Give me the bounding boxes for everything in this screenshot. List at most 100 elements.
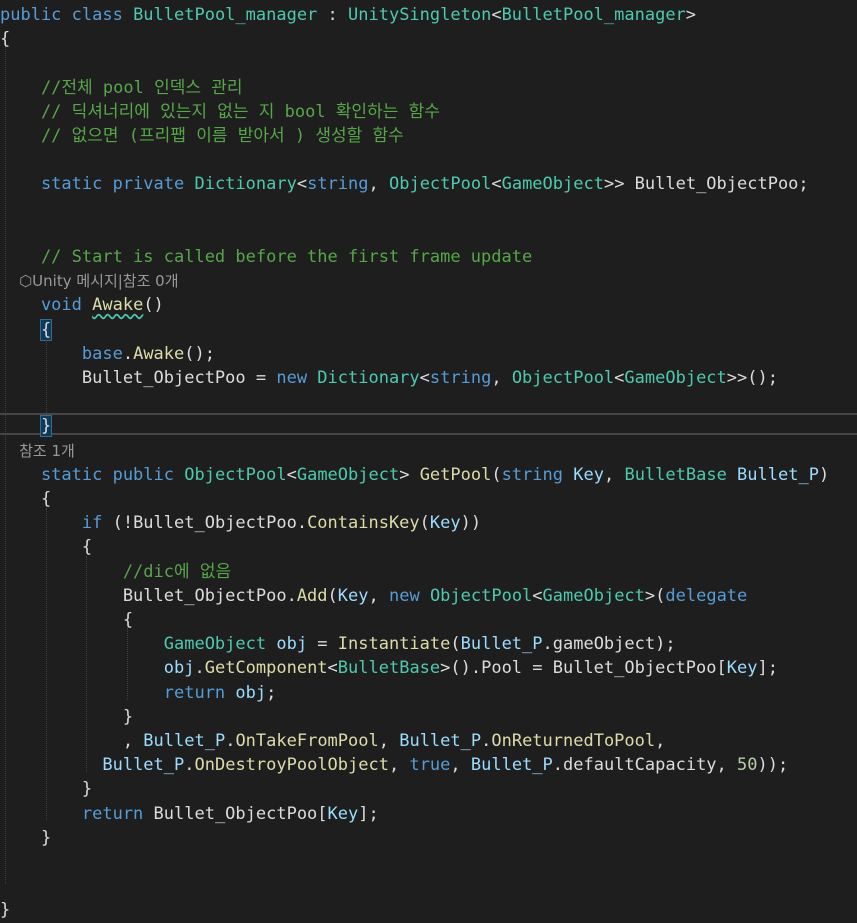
code-line[interactable]: // 없으면 (프리팹 이름 받아서 ) 생성할 함수 <box>0 124 404 148</box>
code-line[interactable]: } <box>0 826 51 850</box>
code-line[interactable]: } <box>0 898 10 922</box>
code-line[interactable]: obj.GetComponent<BulletBase>().Pool = Bu… <box>0 656 778 680</box>
code-token: // Start is called before the first fram… <box>0 247 533 267</box>
code-token: ; <box>266 682 277 703</box>
code-token: . <box>225 731 236 751</box>
code-token: ObjectPool <box>429 585 533 606</box>
code-token: ContainsKey <box>307 513 420 534</box>
code-token: 50 <box>737 755 758 776</box>
code-token: >>(); <box>726 368 778 388</box>
code-token: , <box>368 174 389 195</box>
code-token: } <box>0 706 134 727</box>
code-token: //dic에 없음 <box>0 561 232 582</box>
code-line[interactable]: return Bullet_ObjectPoo[Key]; <box>0 802 379 826</box>
code-line[interactable]: public class BulletPool_manager : UnityS… <box>0 3 696 27</box>
code-line[interactable]: { <box>0 318 53 342</box>
code-token: true <box>409 755 451 776</box>
code-token: OnDestroyPoolObject <box>194 755 389 776</box>
code-token: Awake <box>133 343 185 364</box>
code-line[interactable]: } <box>0 777 92 801</box>
code-token: >().Pool = Bullet_ObjectPoo[ <box>440 658 727 679</box>
code-token: Add <box>296 585 328 606</box>
code-token: Bullet_P <box>470 755 553 776</box>
code-line[interactable]: 참조 1개 <box>0 439 75 463</box>
code-editor[interactable]: public class BulletPool_manager : UnityS… <box>0 0 857 923</box>
code-token: Bullet_ObjectPoo[ <box>153 803 328 824</box>
code-token: { <box>0 489 52 509</box>
code-token: GetComponent <box>204 658 328 679</box>
code-token: OnReturnedToPool <box>491 731 656 751</box>
code-line[interactable]: static private Dictionary<string, Object… <box>0 172 809 196</box>
code-token: , <box>378 731 400 751</box>
code-token: ObjectPool <box>511 368 615 388</box>
code-token: Key <box>429 513 461 534</box>
code-token: , <box>491 368 512 388</box>
code-token: } <box>0 900 11 921</box>
code-line[interactable]: // 딕셔너리에 있는지 없는 지 bool 확인하는 함수 <box>0 100 440 124</box>
code-token: < <box>296 174 308 195</box>
code-token: . <box>194 658 205 679</box>
code-token: .gameObject); <box>542 634 676 655</box>
code-token: < <box>286 464 297 485</box>
code-line[interactable]: { <box>0 487 51 511</box>
code-token: BulletBase <box>624 464 738 485</box>
code-token: ObjectPool <box>388 174 492 195</box>
code-token: ) <box>818 464 830 485</box>
code-line[interactable]: } <box>0 414 53 438</box>
code-token: ObjectPool <box>184 464 287 485</box>
code-line[interactable]: } <box>0 705 133 729</box>
code-token: Instantiate <box>337 634 451 655</box>
code-line[interactable]: Bullet_P.OnDestroyPoolObject, true, Bull… <box>0 753 788 777</box>
code-token: } <box>0 779 93 800</box>
code-line[interactable]: base.Awake(); <box>0 342 215 366</box>
code-token: static private <box>0 174 195 195</box>
code-token: Key <box>726 658 758 679</box>
code-token: Bullet_P <box>143 731 226 751</box>
code-token: // 없으면 (프리팹 이름 받아서 ) 생성할 함수 <box>0 126 404 146</box>
code-token: new <box>276 368 318 388</box>
code-token: ( <box>450 634 461 655</box>
code-token: . <box>122 343 134 364</box>
code-token: static public <box>0 464 185 485</box>
code-line[interactable]: if (!Bullet_ObjectPoo.ContainsKey(Key)) <box>0 511 481 535</box>
code-line[interactable]: static public ObjectPool<GameObject> Get… <box>0 463 829 487</box>
code-token: BulletBase <box>337 658 441 679</box>
code-token: } <box>0 827 52 848</box>
code-line[interactable]: return obj; <box>0 681 277 705</box>
code-line[interactable]: Bullet_ObjectPoo.Add(Key, new ObjectPool… <box>0 584 747 608</box>
code-token: . <box>481 731 492 751</box>
code-token: (); <box>184 343 215 364</box>
code-token: { <box>0 537 93 558</box>
code-line[interactable]: // Start is called before the first fram… <box>0 245 532 269</box>
code-lens[interactable]: 참조 1개 <box>0 442 75 460</box>
code-line[interactable]: GameObject obj = Instantiate(Bullet_P.ga… <box>0 632 676 656</box>
code-token: , <box>603 464 625 485</box>
code-line[interactable]: ⬡Unity 메시지|참조 0개 <box>0 269 178 293</box>
code-line[interactable]: { <box>0 27 10 51</box>
code-line[interactable]: { <box>0 535 92 559</box>
code-line[interactable]: Bullet_ObjectPoo = new Dictionary<string… <box>0 366 778 390</box>
code-token: UnitySingleton <box>348 5 492 25</box>
code-token: Dictionary <box>194 174 297 195</box>
code-lens[interactable]: ⬡Unity 메시지|참조 0개 <box>0 272 178 290</box>
code-token: < <box>491 5 502 25</box>
code-token: < <box>327 658 338 679</box>
code-line[interactable]: //dic에 없음 <box>0 560 231 584</box>
code-token: //전체 pool 인덱스 관리 <box>0 77 243 98</box>
code-line[interactable]: void Awake() <box>0 293 164 317</box>
code-line[interactable]: { <box>0 608 133 632</box>
code-line[interactable]: , Bullet_P.OnTakeFromPool, Bullet_P.OnRe… <box>0 729 666 753</box>
code-token: if <box>0 513 113 534</box>
code-token: Bullet_P <box>399 731 482 751</box>
code-token: , <box>0 731 144 751</box>
code-token: string <box>429 368 492 388</box>
code-line[interactable]: //전체 pool 인덱스 관리 <box>0 76 243 100</box>
code-token: GameObject <box>542 585 645 606</box>
code-token: , <box>368 585 389 606</box>
code-token: new <box>388 585 430 606</box>
code-token: Key <box>337 585 369 606</box>
code-token: public class <box>0 5 134 25</box>
code-token: { <box>0 610 134 630</box>
